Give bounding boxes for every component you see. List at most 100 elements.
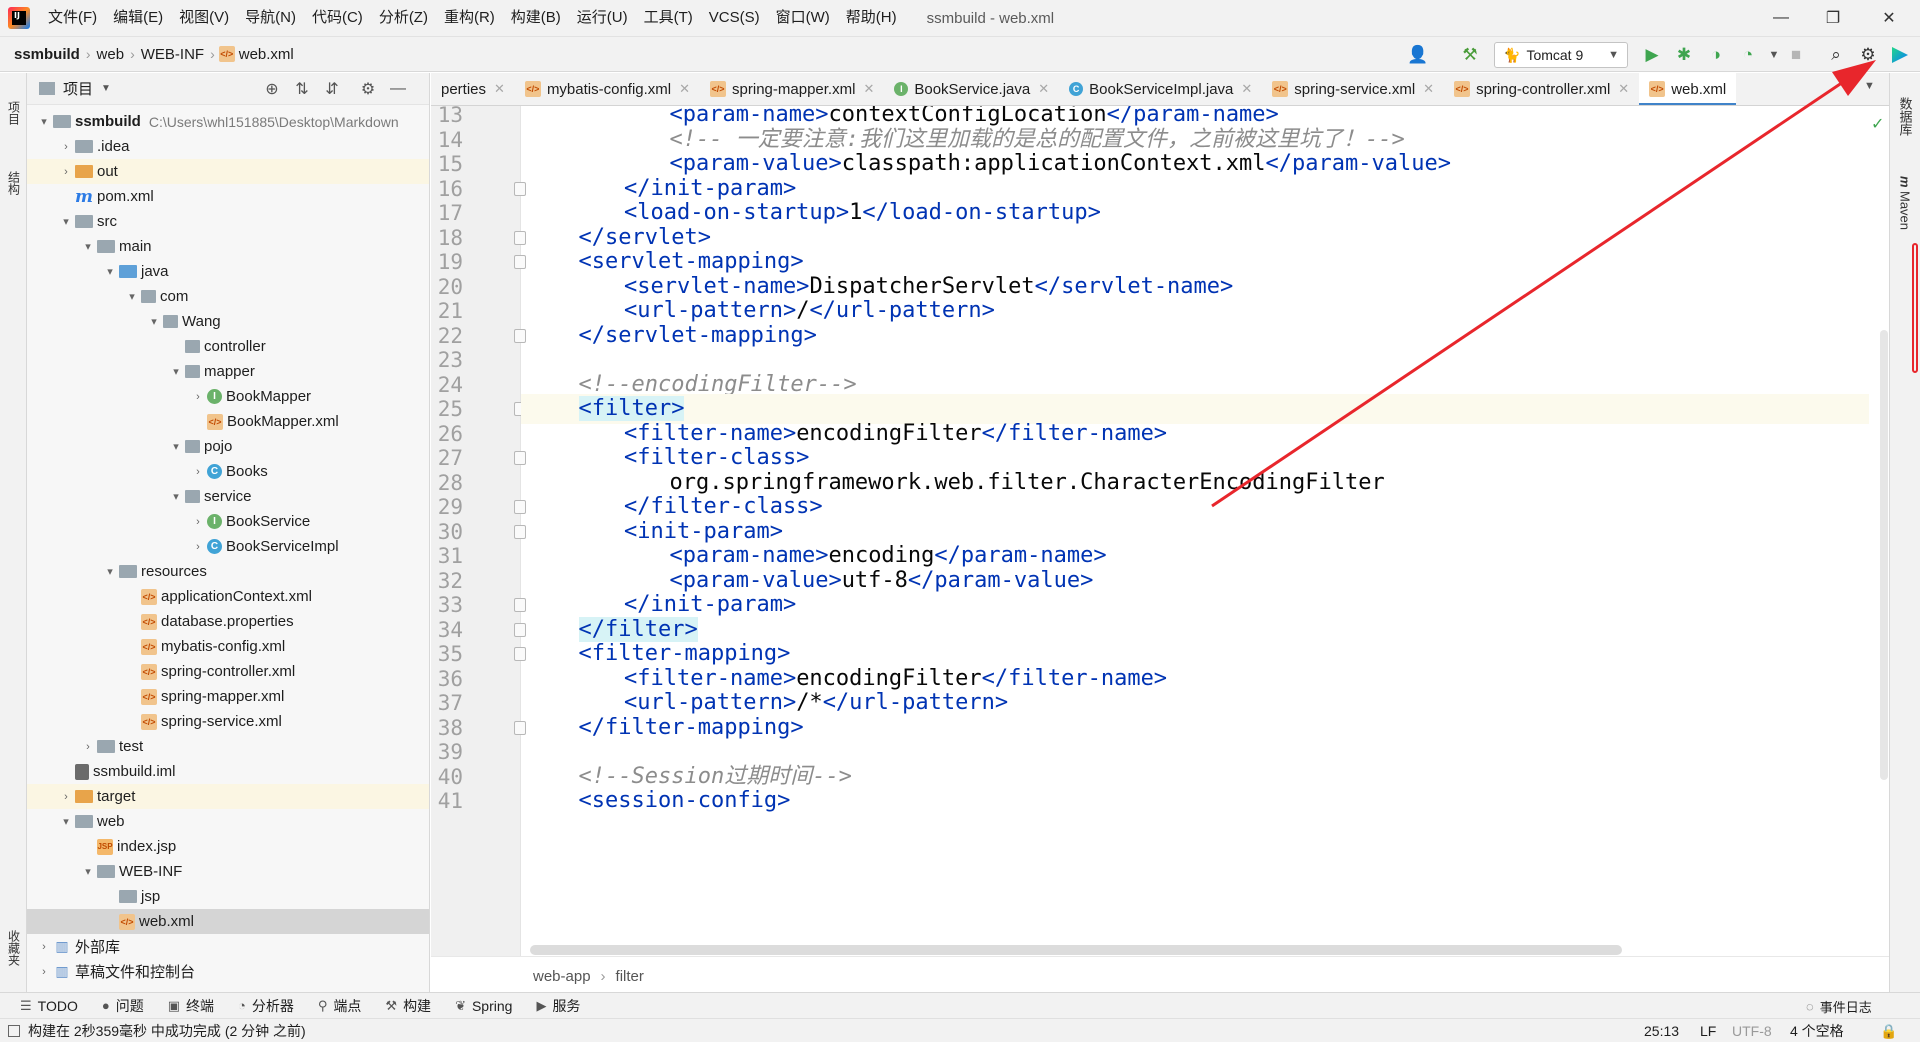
tree-item[interactable]: </> spring-service.xml [27, 709, 429, 734]
build-hammer-icon[interactable]: ⚒ [1458, 43, 1482, 67]
tree-item[interactable]: </> BookMapper.xml [27, 409, 429, 434]
editor-tab[interactable]: I BookService.java ✕ [884, 73, 1059, 105]
menu-item[interactable]: 重构(R) [436, 0, 503, 36]
breadcrumb-file[interactable]: web.xml [239, 46, 300, 63]
code-editor[interactable]: 13 14 15 16 17 18 19 20 21 22 23 24 25 26 27 28 29 30 31 32… [431, 106, 1889, 956]
database-tool-tab[interactable]: 数据库 [1894, 81, 1916, 151]
tree-item[interactable]: ▾ pojo [27, 434, 429, 459]
editor-tab[interactable]: C BookServiceImpl.java ✕ [1059, 73, 1262, 105]
chevron-down-icon[interactable]: ▾ [81, 865, 95, 878]
run-icon[interactable]: ▶ [1640, 43, 1664, 67]
tree-item[interactable]: ▾ service [27, 484, 429, 509]
run-configuration-select[interactable]: 🐈 Tomcat 9 ▼ [1494, 42, 1628, 68]
tree-item[interactable]: </> spring-mapper.xml [27, 684, 429, 709]
horizontal-scrollbar[interactable] [530, 945, 1622, 955]
tree-item[interactable]: › .idea [27, 134, 429, 159]
tree-item[interactable]: m pom.xml [27, 184, 429, 209]
menu-item[interactable]: 窗口(W) [768, 0, 838, 36]
menu-item[interactable]: 帮助(H) [838, 0, 905, 36]
tab-list-chevron-icon[interactable]: ▼ [1864, 80, 1875, 92]
menu-item[interactable]: 工具(T) [636, 0, 701, 36]
chevron-down-icon[interactable]: ▾ [169, 365, 183, 378]
tree-item[interactable]: ▾ mapper [27, 359, 429, 384]
chevron-right-icon[interactable]: › [37, 966, 51, 978]
tree-item[interactable]: </> spring-controller.xml [27, 659, 429, 684]
menu-item[interactable]: 编辑(E) [105, 0, 171, 36]
tree-item[interactable]: › I BookMapper [27, 384, 429, 409]
menu-item[interactable]: 构建(B) [503, 0, 569, 36]
tree-item[interactable]: › target [27, 784, 429, 809]
tree-item[interactable]: ▾ ssmbuild C:\Users\whl151885\Desktop\Mark… [27, 109, 429, 134]
bottom-tool-tab[interactable]: ▣ 终端 [156, 993, 226, 1019]
project-panel-title[interactable]: 项目 [63, 78, 93, 99]
tree-item[interactable]: ▾ Wang [27, 309, 429, 334]
chevron-right-icon[interactable]: › [59, 166, 73, 178]
search-icon[interactable]: ⌕ [1824, 43, 1848, 67]
chevron-right-icon[interactable]: › [191, 516, 205, 528]
chevron-down-icon[interactable]: ▾ [37, 115, 51, 128]
close-tab-icon[interactable]: ✕ [1038, 81, 1049, 97]
chevron-down-icon[interactable]: ▾ [169, 490, 183, 503]
tree-item[interactable]: ▾ WEB-INF [27, 859, 429, 884]
close-tab-icon[interactable]: ✕ [863, 81, 874, 97]
breadcrumb-project[interactable]: ssmbuild [8, 46, 86, 63]
expand-all-icon[interactable]: ⇅ [291, 78, 313, 100]
bottom-tool-tab[interactable]: ☰ TODO [8, 993, 90, 1019]
menu-item[interactable]: 分析(Z) [371, 0, 436, 36]
chevron-down-icon[interactable]: ▾ [169, 440, 183, 453]
close-tab-icon[interactable]: ✕ [1618, 81, 1629, 97]
locate-file-icon[interactable]: ⊕ [261, 78, 283, 100]
close-tab-icon[interactable]: ✕ [679, 81, 690, 97]
tree-item[interactable]: </> database.properties [27, 609, 429, 634]
chevron-down-icon[interactable]: ▾ [59, 815, 73, 828]
tree-item[interactable]: › I BookService [27, 509, 429, 534]
stop-icon[interactable]: ■ [1784, 43, 1808, 67]
status-toggle-icon[interactable] [8, 1024, 20, 1037]
tree-item[interactable]: </> web.xml [27, 909, 429, 934]
close-tab-icon[interactable]: ✕ [1241, 81, 1252, 97]
bottom-tool-tab[interactable]: ❦ Spring [443, 993, 524, 1019]
tree-item[interactable]: </> mybatis-config.xml [27, 634, 429, 659]
tree-item[interactable]: ▾ com [27, 284, 429, 309]
user-icon[interactable]: 👤 [1406, 43, 1430, 67]
chevron-right-icon[interactable]: › [191, 541, 205, 553]
chevron-down-icon[interactable]: ▾ [59, 215, 73, 228]
line-separator[interactable]: LF [1700, 1019, 1716, 1042]
tree-item[interactable]: JSP index.jsp [27, 834, 429, 859]
file-encoding[interactable]: UTF-8 [1732, 1019, 1772, 1042]
chevron-right-icon[interactable]: › [191, 466, 205, 478]
menu-item[interactable]: 运行(U) [569, 0, 636, 36]
chevron-right-icon[interactable]: › [59, 141, 73, 153]
tree-item[interactable]: › C BookServiceImpl [27, 534, 429, 559]
code-line[interactable]: <session-config> [521, 786, 1869, 816]
bottom-tool-tab[interactable]: ▶ 服务 [524, 993, 592, 1019]
editor-tab[interactable]: </> spring-service.xml ✕ [1262, 73, 1444, 105]
editor-tab[interactable]: </> spring-controller.xml ✕ [1444, 73, 1639, 105]
settings-gear-icon[interactable]: ⚙ [1856, 43, 1880, 67]
chevron-down-icon[interactable]: ▾ [103, 265, 117, 278]
menu-item[interactable]: 文件(F) [40, 0, 105, 36]
event-log-button[interactable]: ◌ 事件日志 [1806, 993, 1872, 1019]
debug-icon[interactable]: ✱ [1672, 43, 1696, 67]
chevron-down-icon[interactable]: ▾ [81, 240, 95, 253]
close-tab-icon[interactable]: ✕ [1423, 81, 1434, 97]
hide-panel-icon[interactable]: — [387, 78, 409, 100]
breadcrumb-web-inf[interactable]: WEB-INF [135, 46, 210, 63]
structure-tool-tab[interactable]: 结构 [3, 153, 25, 213]
favorites-tool-tab[interactable]: 收藏夹 [3, 913, 25, 983]
tree-item[interactable]: jsp [27, 884, 429, 909]
tree-item[interactable]: › out [27, 159, 429, 184]
menu-item[interactable]: 代码(C) [304, 0, 371, 36]
chevron-right-icon[interactable]: › [59, 791, 73, 803]
tree-item[interactable]: ▾ resources [27, 559, 429, 584]
menu-item[interactable]: 导航(N) [237, 0, 304, 36]
tree-item[interactable]: ▾ src [27, 209, 429, 234]
chevron-right-icon[interactable]: › [81, 741, 95, 753]
menu-item[interactable]: VCS(S) [701, 0, 768, 36]
breadcrumb-web[interactable]: web [91, 46, 131, 63]
editor-tab[interactable]: </> mybatis-config.xml ✕ [515, 73, 700, 105]
bottom-tool-tab[interactable]: ● 问题 [90, 993, 156, 1019]
chevron-down-icon[interactable]: ▼ [1762, 43, 1786, 67]
indent-setting[interactable]: 4 个空格 [1790, 1019, 1844, 1042]
coverage-icon[interactable]: ◑ [1704, 43, 1728, 67]
